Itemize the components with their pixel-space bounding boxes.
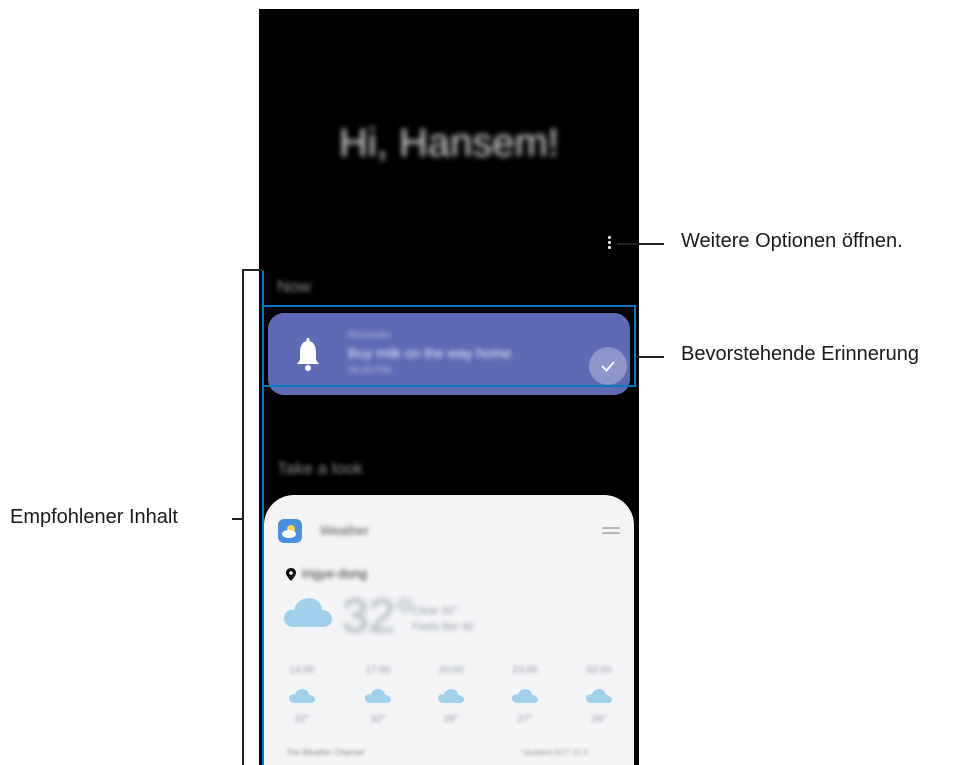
more-options-icon[interactable]: [604, 235, 614, 251]
hourly-time: 23:00: [512, 665, 538, 676]
reminder-callout-label: Bevorstehende Erinnerung: [681, 343, 919, 365]
content-callout-label: Empfohlener Inhalt: [10, 506, 178, 528]
more-options-callout-line: [617, 243, 664, 245]
weather-details: Clear 32° Feels like 40: [412, 603, 474, 635]
location-pin-icon: [286, 568, 296, 581]
hourly-time: 20:00: [438, 665, 464, 676]
weather-detail-1: Clear 32°: [412, 605, 458, 617]
hourly-temp: 32°: [294, 714, 310, 725]
hourly-item: 14:00 32°: [282, 665, 322, 725]
weather-detail-2: Feels like 40: [412, 621, 474, 633]
weather-app-icon: [278, 519, 302, 543]
cloud-icon: [438, 689, 464, 703]
phone-screen: Hi, Hansem! Now Reminder Buy milk on the…: [259, 9, 639, 765]
hourly-item: 02:00 26°: [579, 665, 619, 725]
weather-app-name: Weather: [320, 523, 369, 538]
hourly-temp: 27°: [517, 714, 533, 725]
cloud-icon: [586, 689, 612, 703]
cloud-icon: [512, 689, 538, 703]
hourly-item: 20:00 28°: [431, 665, 471, 725]
hourly-time: 14:00: [289, 665, 315, 676]
weather-provider: The Weather Channel: [286, 748, 365, 757]
content-callout-line: [232, 518, 242, 520]
weather-updated-time: Updated 8/27 21:3: [522, 748, 588, 757]
cloud-icon: [289, 689, 315, 703]
hourly-temp: 28°: [443, 714, 459, 725]
reminder-callout-line: [636, 356, 664, 358]
hourly-item: 17:00 32°: [358, 665, 398, 725]
cloud-icon: [284, 598, 332, 627]
more-options-callout-label: Weitere Optionen öffnen.: [681, 230, 903, 252]
hourly-time: 02:00: [586, 665, 612, 676]
content-highlight-edge: [262, 270, 265, 765]
section-look-header: Take a look: [277, 459, 363, 478]
weather-card[interactable]: Weather Irigye-dong 32° Clear 32° Feels …: [264, 495, 634, 765]
reminder-highlight-box: [262, 305, 636, 387]
content-bracket-top: [242, 269, 264, 271]
weather-location: Irigye-dong: [302, 566, 368, 581]
greeting-title: Hi, Hansem!: [338, 121, 560, 165]
hourly-temp: 26°: [591, 714, 607, 725]
current-temperature: 32°: [342, 590, 415, 643]
content-bracket-vertical: [242, 269, 244, 765]
drag-handle-icon[interactable]: [602, 527, 620, 537]
section-now-header: Now: [277, 277, 312, 296]
hourly-item: 23:00 27°: [505, 665, 545, 725]
hourly-temp: 32°: [370, 714, 386, 725]
hourly-time: 17:00: [365, 665, 391, 676]
cloud-icon: [365, 689, 391, 703]
